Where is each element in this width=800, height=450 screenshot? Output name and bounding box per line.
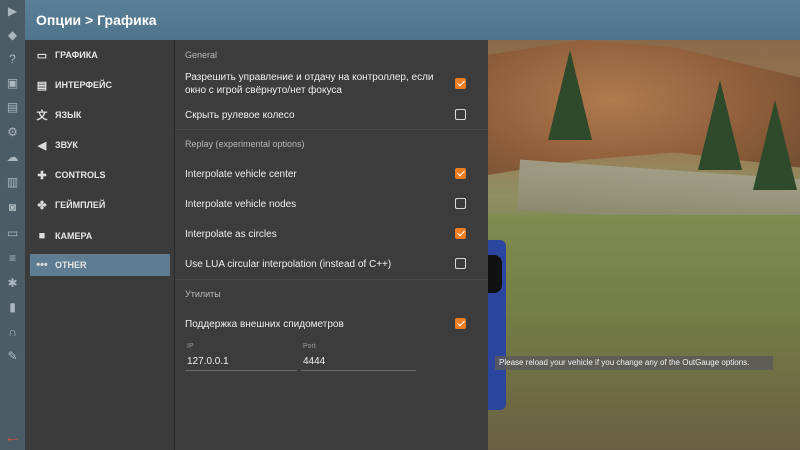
window-icon[interactable]: ▭	[5, 226, 20, 241]
exit-arrow-icon[interactable]: ←	[5, 430, 21, 446]
menu-item-label: OTHER	[55, 260, 87, 270]
option-speedo-label: Поддержка внешних спидометров	[185, 319, 344, 330]
pine-tree	[548, 50, 592, 140]
option-controller-checkbox[interactable]	[455, 78, 466, 89]
headphones-icon[interactable]: ∩	[5, 325, 20, 340]
outgauge-tooltip: Please reload your vehicle if you change…	[495, 356, 773, 370]
cloud-icon[interactable]: ☁	[5, 150, 20, 165]
option-nodes-checkbox[interactable]	[455, 198, 466, 209]
port-field[interactable]: 4444	[303, 356, 325, 367]
tools-icon[interactable]: ✎	[5, 349, 20, 364]
option-wheel-label: Скрыть рулевое колесо	[185, 110, 295, 121]
menu-item-controls[interactable]: ✚ CONTROLS	[30, 164, 170, 186]
option-speedo-checkbox[interactable]	[455, 318, 466, 329]
settings-box-icon[interactable]: ⚙	[5, 125, 20, 140]
play-icon[interactable]: ▶	[5, 4, 20, 19]
divider	[175, 279, 488, 280]
top-bar: Опции > Графика	[0, 0, 800, 40]
menu-item-camera[interactable]: ■ КАМЕРА	[30, 225, 170, 247]
option-circles-checkbox[interactable]	[455, 228, 466, 239]
interface-icon: ▤	[36, 79, 48, 92]
menu-item-label: КАМЕРА	[55, 231, 93, 241]
film-icon[interactable]: ▥	[5, 175, 20, 190]
menu-item-label: ЗВУК	[55, 140, 78, 150]
menu-item-graphics[interactable]: ▭ ГРАФИКА	[30, 44, 170, 66]
menu-item-language[interactable]: 文 ЯЗЫК	[30, 104, 170, 126]
camera-icon[interactable]: ◙	[5, 200, 20, 215]
options-menu: ▭ ГРАФИКА ▤ ИНТЕРФЕЙС 文 ЯЗЫК ◀ ЗВУК ✚ CO…	[25, 40, 175, 450]
option-lua-checkbox[interactable]	[455, 258, 466, 269]
ip-field-label: IP	[187, 343, 194, 350]
option-nodes-label: Interpolate vehicle nodes	[185, 199, 297, 210]
vehicle-wheel	[488, 255, 502, 293]
game-viewport	[488, 40, 800, 450]
car-icon[interactable]: ▤	[5, 100, 20, 115]
more-icon: •••	[36, 259, 48, 271]
layers-icon[interactable]: ◆	[5, 28, 20, 43]
settings-panel: General Разрешить управление и отдачу на…	[175, 40, 488, 450]
breadcrumb: Опции > Графика	[36, 12, 157, 28]
option-center-checkbox[interactable]	[455, 168, 466, 179]
option-lua-label: Use LUA circular interpolation (instead …	[185, 259, 392, 270]
menu-item-other[interactable]: ••• OTHER	[30, 254, 170, 276]
bug-icon[interactable]: ✱	[5, 276, 20, 291]
gamepad-icon: ✚	[37, 169, 47, 182]
section-replay-title: Replay (experimental options)	[185, 139, 305, 149]
pine-tree	[698, 80, 742, 170]
help-icon[interactable]: ?	[5, 52, 20, 67]
section-utils-title: Утилиты	[185, 289, 221, 299]
sliders-icon[interactable]: ≡	[5, 251, 20, 266]
icon-rail: ▶ ◆ ? ▣ ▤ ⚙ ☁ ▥ ◙ ▭ ≡ ✱ ▮ ∩ ✎ ←	[0, 0, 25, 450]
monitor-icon: ▭	[36, 49, 48, 62]
speaker-icon: ◀	[37, 139, 47, 152]
translate-icon: 文	[36, 110, 48, 122]
port-field-underline	[301, 370, 416, 371]
briefcase-icon[interactable]: ▣	[5, 76, 20, 91]
ip-field-underline	[185, 370, 297, 371]
menu-item-label: ИНТЕРФЕЙС	[55, 80, 113, 90]
divider	[175, 129, 488, 130]
menu-item-sound[interactable]: ◀ ЗВУК	[30, 134, 170, 156]
pine-tree	[753, 100, 797, 190]
ip-field[interactable]: 127.0.0.1	[187, 356, 229, 367]
section-general-title: General	[185, 50, 218, 60]
menu-item-label: ЯЗЫК	[55, 110, 82, 120]
option-wheel-checkbox[interactable]	[455, 109, 466, 120]
chart-icon[interactable]: ▮	[5, 300, 20, 315]
option-circles-label: Interpolate as circles	[185, 229, 277, 240]
menu-item-gameplay[interactable]: ✤ ГЕЙМПЛЕЙ	[30, 194, 170, 216]
menu-item-label: CONTROLS	[55, 170, 106, 180]
puzzle-icon: ✤	[37, 199, 47, 212]
menu-item-label: ГЕЙМПЛЕЙ	[55, 200, 106, 210]
grass-field	[488, 215, 800, 450]
port-field-label: Port	[303, 343, 316, 350]
menu-item-interface[interactable]: ▤ ИНТЕРФЕЙС	[30, 74, 170, 96]
menu-item-label: ГРАФИКА	[55, 50, 98, 60]
option-center-label: Interpolate vehicle center	[185, 169, 297, 180]
videocam-icon: ■	[38, 230, 46, 242]
option-controller-label: Разрешить управление и отдачу на контрол…	[185, 72, 434, 96]
